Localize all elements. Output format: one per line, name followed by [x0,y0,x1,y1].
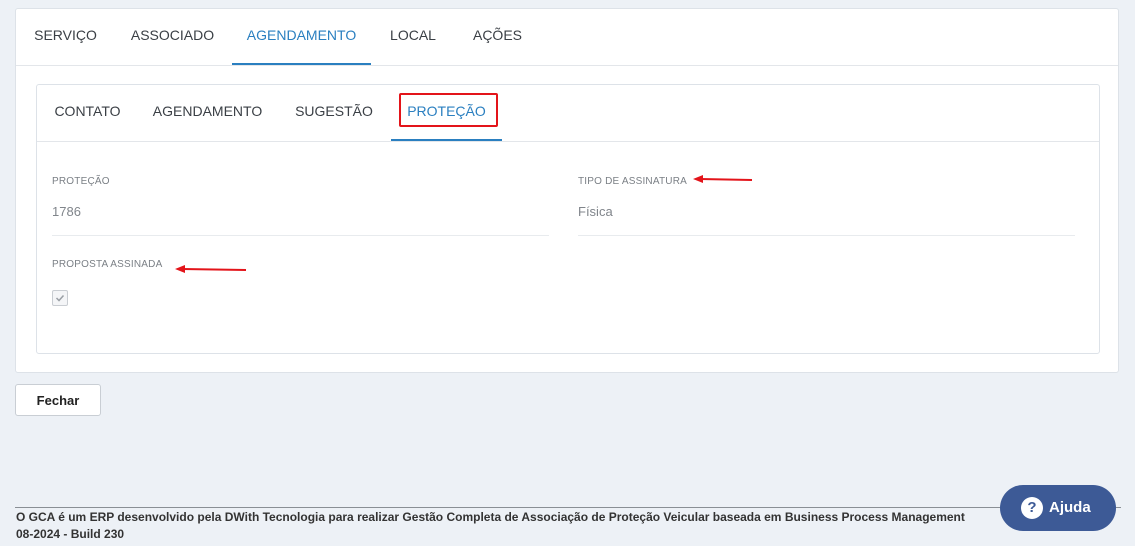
subtab-agendamento[interactable]: AGENDAMENTO [138,85,277,141]
details-panel: SERVIÇO ASSOCIADO AGENDAMENTO LOCAL AÇÕE… [15,8,1119,373]
sub-tab-bar: CONTATO AGENDAMENTO SUGESTÃO PROTEÇÃO [37,85,1099,142]
tab-servico[interactable]: SERVIÇO [16,9,115,65]
protecao-label: PROTEÇÃO [52,176,110,187]
footer-build: 08-2024 - Build 230 [16,527,125,541]
main-tab-bar: SERVIÇO ASSOCIADO AGENDAMENTO LOCAL AÇÕE… [16,9,1118,66]
help-label: Ajuda [1049,499,1091,516]
tipo-assinatura-value: Física [578,204,613,219]
tab-associado[interactable]: ASSOCIADO [115,9,230,65]
subtab-contato[interactable]: CONTATO [37,85,138,141]
subtab-sugestao[interactable]: SUGESTÃO [277,85,391,141]
subtab-protecao[interactable]: PROTEÇÃO [391,85,502,141]
footer-description: O GCA é um ERP desenvolvido pela DWith T… [16,510,965,524]
protecao-value: 1786 [52,204,81,219]
footer-divider [15,507,1121,508]
tipo-assinatura-label: TIPO DE ASSINATURA [578,176,687,187]
tab-acoes[interactable]: AÇÕES [457,9,538,65]
tab-local[interactable]: LOCAL [371,9,455,65]
annotation-arrow-tipo-assinatura [693,175,753,183]
help-button[interactable]: ? Ajuda [1000,485,1116,531]
tab-agendamento[interactable]: AGENDAMENTO [232,9,371,65]
proposta-assinada-checkbox[interactable] [52,290,68,306]
check-icon [55,294,65,302]
subtab-protecao-label: PROTEÇÃO [407,103,486,119]
protecao-underline [52,235,549,236]
proposta-assinada-label: PROPOSTA ASSINADA [52,259,163,270]
annotation-arrow-proposta-assinada [175,265,247,273]
tipo-assinatura-underline [578,235,1075,236]
close-button[interactable]: Fechar [15,384,101,416]
help-icon: ? [1021,497,1043,519]
protection-panel: CONTATO AGENDAMENTO SUGESTÃO PROTEÇÃO PR… [36,84,1100,354]
